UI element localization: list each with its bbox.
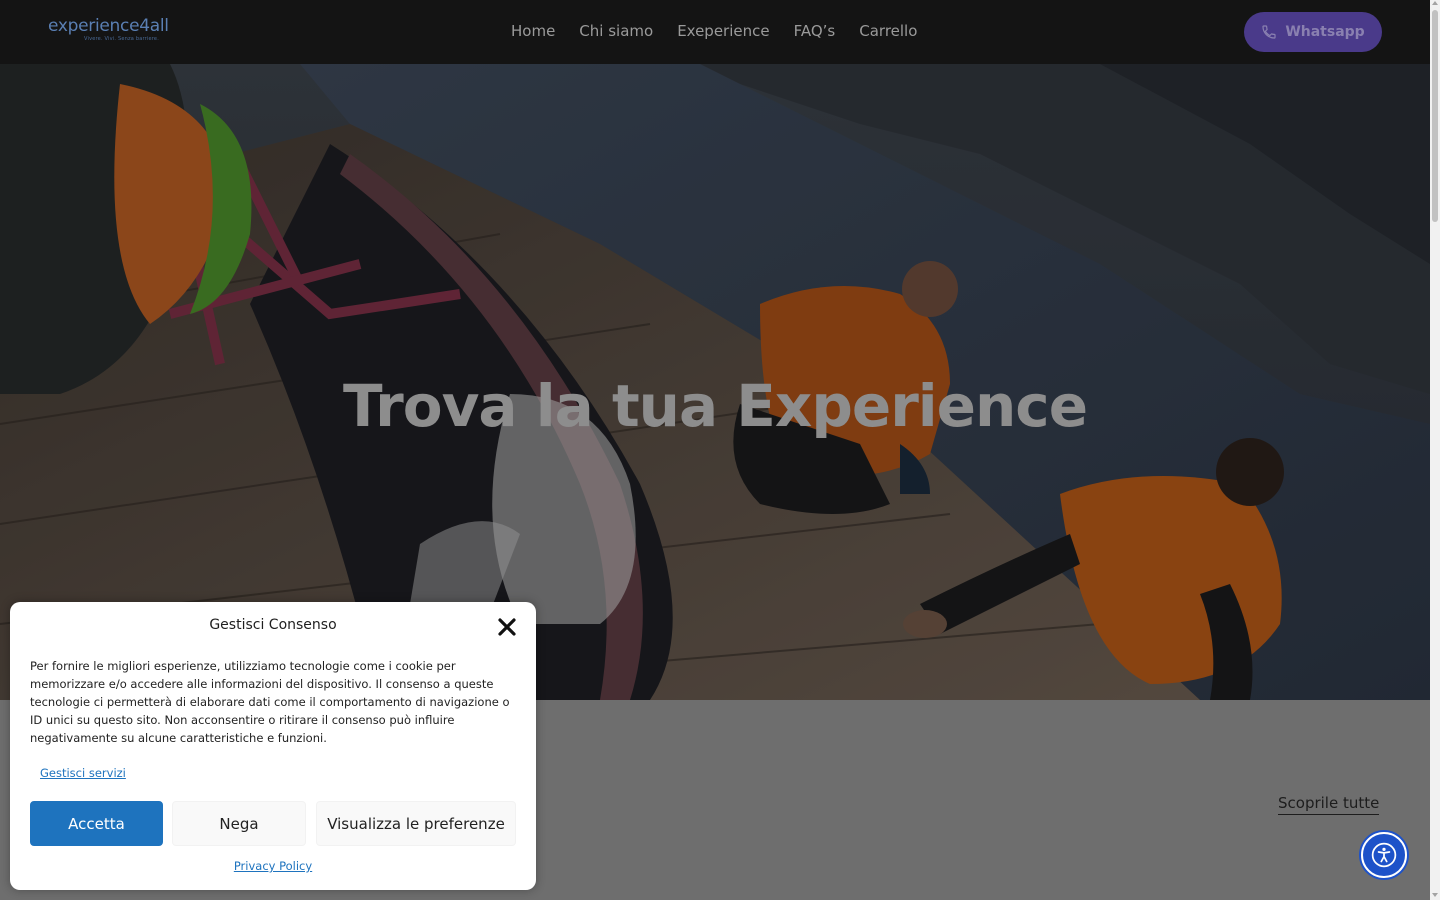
main-nav: Home Chi siamo Exeperience FAQ’s Carrell… xyxy=(511,20,917,42)
accept-button[interactable]: Accetta xyxy=(30,801,163,846)
hero-title: Trova la tua Experience xyxy=(342,372,1088,440)
scroll-down-arrow-icon[interactable] xyxy=(1432,893,1438,897)
nav-chi-siamo[interactable]: Chi siamo xyxy=(579,20,653,42)
cookie-consent-dialog: Gestisci Consenso Per fornire le miglior… xyxy=(10,602,536,890)
consent-text: Per fornire le migliori esperienze, util… xyxy=(30,659,510,745)
accessibility-button[interactable] xyxy=(1361,832,1407,878)
see-all-link[interactable]: Scoprile tutte xyxy=(1278,794,1380,815)
phone-icon xyxy=(1261,24,1277,40)
privacy-policy-link[interactable]: Privacy Policy xyxy=(234,859,312,873)
nav-faq[interactable]: FAQ’s xyxy=(794,20,836,42)
consent-title: Gestisci Consenso xyxy=(209,617,337,633)
view-preferences-button[interactable]: Visualizza le preferenze xyxy=(316,801,516,846)
privacy-policy-row: Privacy Policy xyxy=(10,859,536,873)
logo-tagline: Vivere. Vivi. Senza barriere. xyxy=(84,36,159,42)
nav-carrello[interactable]: Carrello xyxy=(859,20,917,42)
page-scrollbar[interactable] xyxy=(1430,0,1440,900)
scroll-up-arrow-icon[interactable] xyxy=(1432,1,1438,5)
manage-services-link[interactable]: Gestisci servizi xyxy=(40,766,126,780)
nav-home[interactable]: Home xyxy=(511,20,555,42)
logo-text: experience4all xyxy=(48,16,169,36)
deny-button[interactable]: Nega xyxy=(172,801,306,846)
whatsapp-button[interactable]: Whatsapp xyxy=(1244,12,1382,52)
site-header: experience4all Vivere. Vivi. Senza barri… xyxy=(0,0,1430,64)
close-icon[interactable] xyxy=(496,616,518,638)
whatsapp-label: Whatsapp xyxy=(1285,24,1365,40)
nav-experience[interactable]: Exeperience xyxy=(677,20,769,42)
logo[interactable]: experience4all Vivere. Vivi. Senza barri… xyxy=(48,16,169,43)
scrollbar-thumb[interactable] xyxy=(1432,10,1438,222)
accessibility-icon xyxy=(1371,842,1397,868)
